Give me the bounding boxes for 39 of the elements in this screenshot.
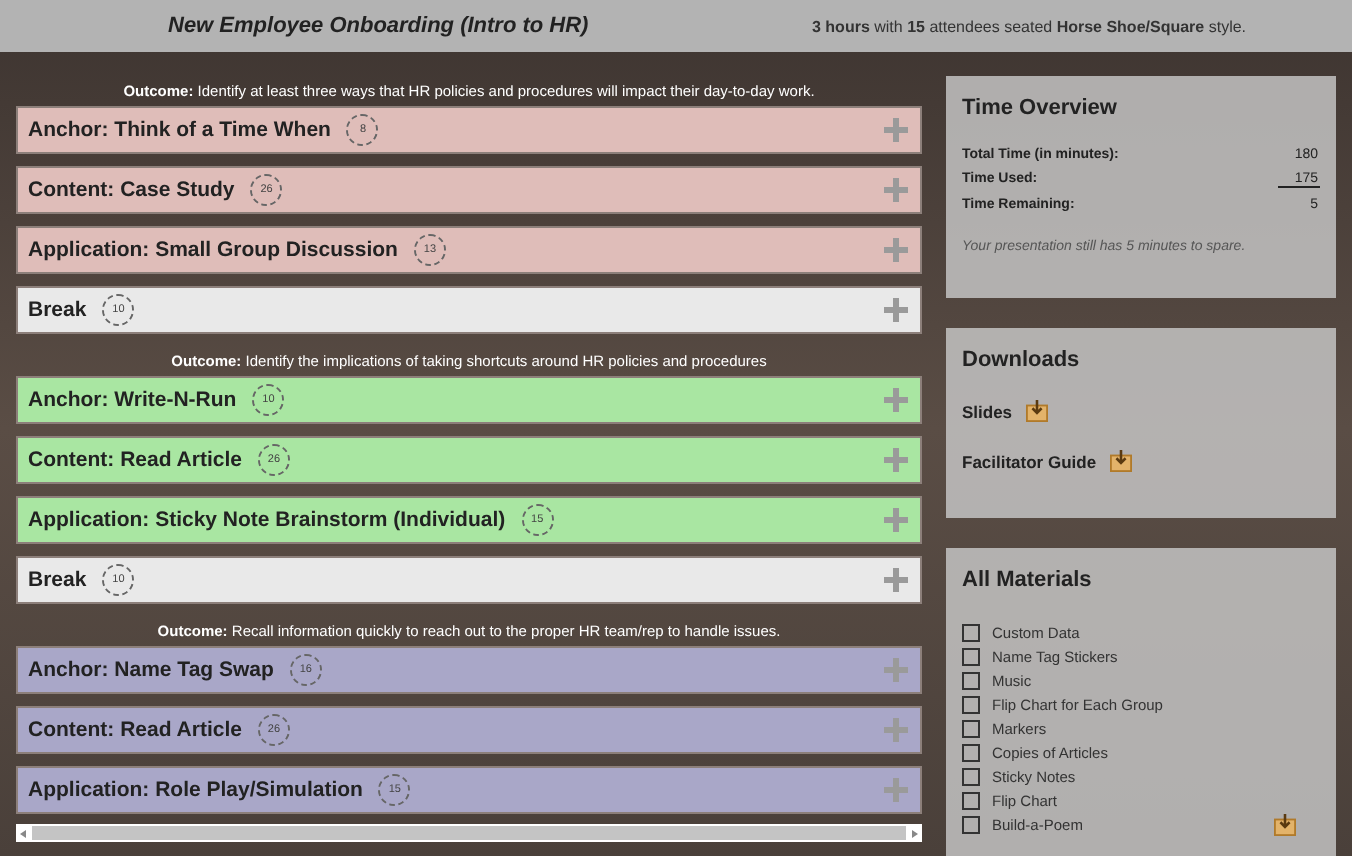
checkbox[interactable]: [962, 647, 980, 665]
activity-title: Break: [28, 298, 87, 322]
checkbox[interactable]: [962, 791, 980, 809]
scrollbar-thumb[interactable]: [32, 826, 906, 840]
activity-title: Break: [28, 568, 87, 592]
activity-title: Content: Read Article: [28, 448, 242, 472]
scroll-right-icon[interactable]: [906, 825, 922, 841]
panel-title: Downloads: [962, 348, 1082, 372]
activity-title: Content: Read Article: [28, 718, 242, 742]
download-icon[interactable]: [1110, 450, 1133, 472]
panel-title: All Materials: [962, 568, 1094, 592]
activity-title: Application: Role Play/Simulation: [28, 778, 363, 802]
activity-title: Application: Small Group Discussion: [28, 238, 398, 262]
activity-title: Application: Sticky Note Brainstorm (Individual): [28, 508, 506, 532]
download-icon[interactable]: [1026, 400, 1049, 422]
download-link[interactable]: Slides: [962, 401, 1013, 421]
checkbox[interactable]: [962, 695, 980, 713]
session-summary: 3 hours with 15 attendees seated Horse Shoe/Square style.: [812, 17, 1247, 35]
checkbox[interactable]: [962, 815, 980, 833]
plus-icon[interactable]: [884, 448, 908, 472]
checkbox[interactable]: [962, 767, 980, 785]
activity-title: Anchor: Write-N-Run: [28, 388, 237, 412]
plus-icon[interactable]: [884, 568, 908, 592]
checkbox[interactable]: [962, 623, 980, 641]
plus-icon[interactable]: [884, 508, 908, 532]
checkbox[interactable]: [962, 671, 980, 689]
download-icon[interactable]: [1274, 813, 1296, 835]
download-link[interactable]: Facilitator Guide: [962, 451, 1097, 471]
checkbox[interactable]: [962, 743, 980, 761]
checkbox[interactable]: [962, 719, 980, 737]
panel-title: Time Overview: [962, 96, 1119, 120]
session-title: New Employee Onboarding (Intro to HR): [168, 14, 591, 38]
scroll-left-icon[interactable]: [16, 825, 32, 841]
activity-title: Anchor: Think of a Time When: [28, 118, 331, 142]
horizontal-scrollbar[interactable]: [16, 824, 922, 842]
activity-title: Content: Case Study: [28, 178, 235, 202]
plus-icon[interactable]: [884, 388, 908, 412]
activity-title: Anchor: Name Tag Swap: [28, 658, 274, 682]
plus-icon[interactable]: [884, 298, 908, 322]
